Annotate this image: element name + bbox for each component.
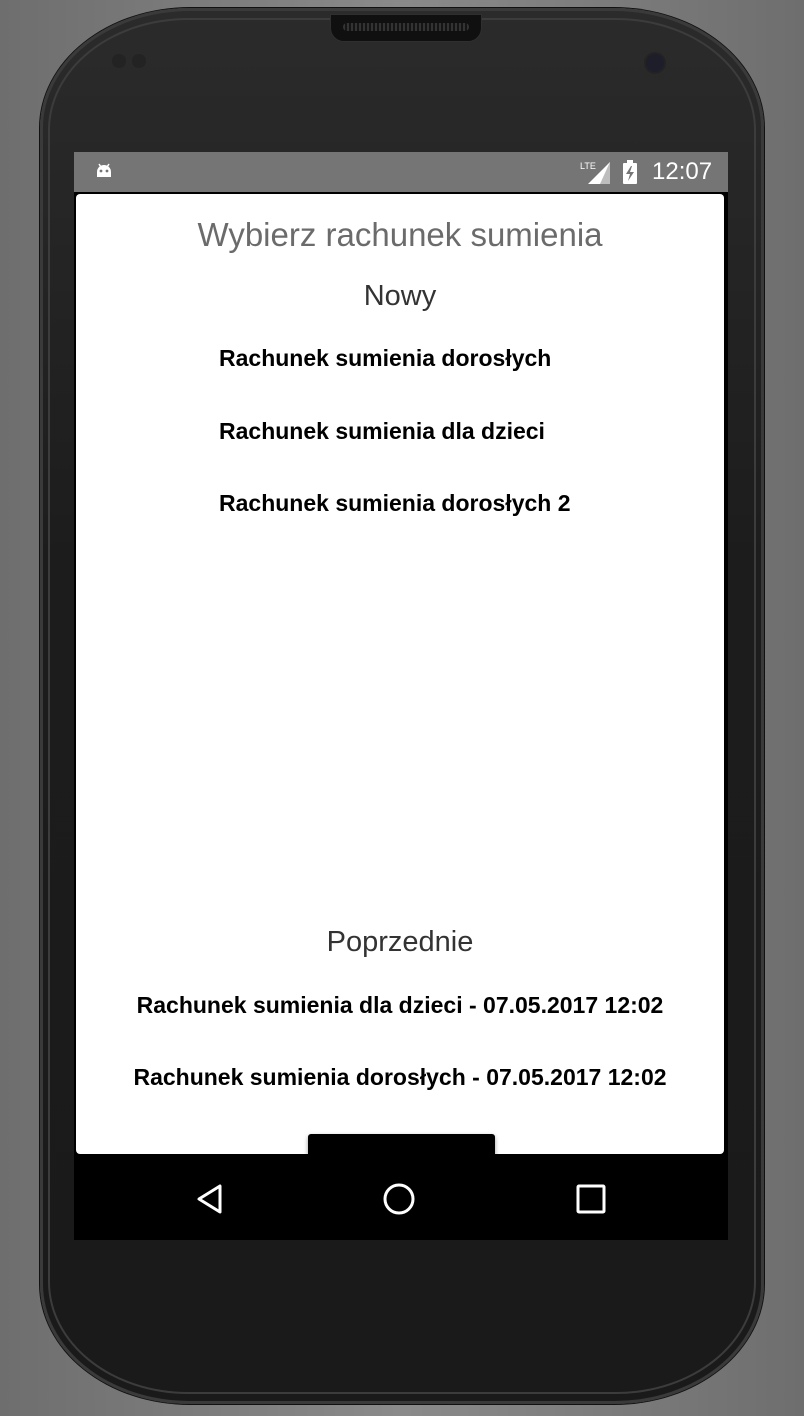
lte-signal-icon: LTE: [580, 161, 610, 184]
proximity-sensors: [112, 54, 162, 70]
page-title: Wybierz rachunek sumienia: [197, 216, 603, 253]
list-item-previous-children[interactable]: Rachunek sumienia dla dzieci - 07.05.201…: [76, 992, 724, 1019]
navigation-bar: [74, 1156, 728, 1240]
content-panel: Wybierz rachunek sumienia Nowy Rachunek …: [76, 194, 724, 1196]
earpiece-speaker: [330, 14, 482, 42]
android-debug-icon: [97, 163, 111, 177]
list-item-previous-adults[interactable]: Rachunek sumienia dorosłych - 07.05.2017…: [76, 1064, 724, 1091]
list-item-new-children[interactable]: Rachunek sumienia dla dzieci: [219, 418, 699, 445]
front-camera: [646, 54, 664, 72]
status-time: 12:07: [652, 158, 713, 185]
home-icon[interactable]: [382, 1182, 416, 1216]
svg-text:LTE: LTE: [580, 161, 596, 171]
list-item-new-adults-2[interactable]: Rachunek sumienia dorosłych 2: [219, 490, 699, 517]
device-screen: LTE 12:07 Wybierz rachunek sumienia Nowy…: [74, 152, 728, 1240]
recents-icon[interactable]: [574, 1182, 608, 1216]
previous-section-heading: Poprzednie: [326, 926, 474, 958]
battery-charging-icon: [623, 160, 637, 184]
back-icon[interactable]: [194, 1182, 228, 1216]
new-section-heading: Nowy: [363, 280, 437, 312]
list-item-new-adults[interactable]: Rachunek sumienia dorosłych: [219, 345, 699, 372]
status-bar: LTE 12:07: [74, 152, 728, 192]
